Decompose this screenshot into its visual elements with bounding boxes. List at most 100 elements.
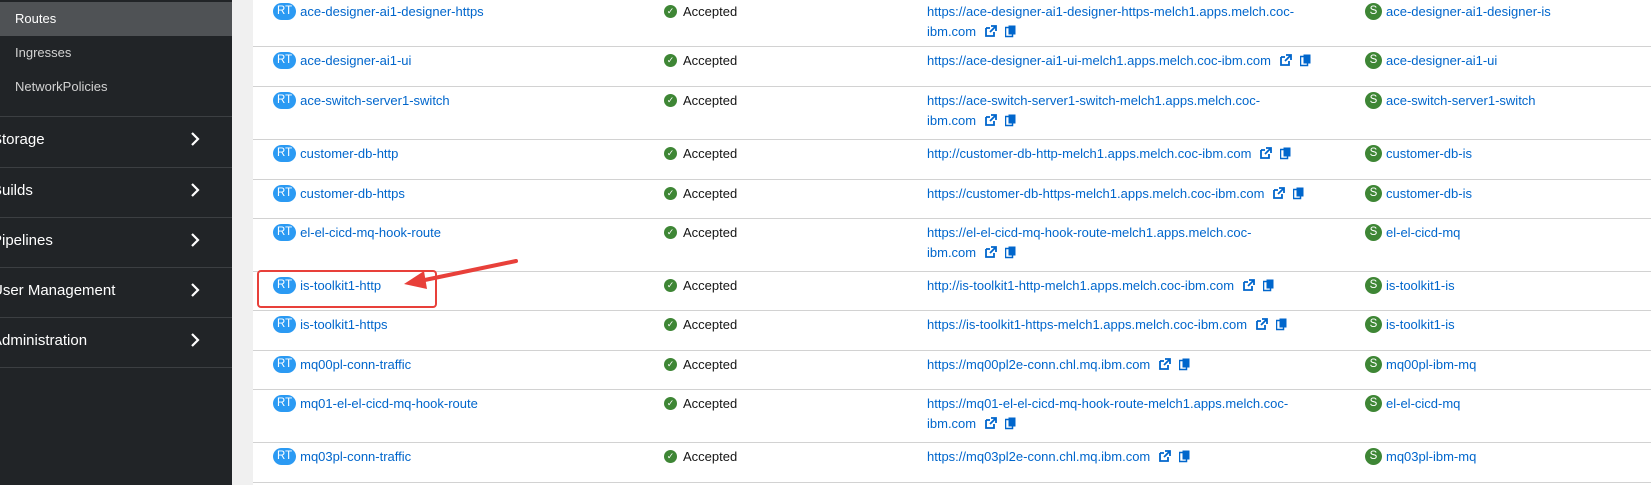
route-name-link[interactable]: el-el-cicd-mq-hook-route [300, 225, 441, 240]
route-service-link[interactable]: customer-db-is [1386, 186, 1472, 201]
check-circle-icon: ✓ [664, 318, 677, 332]
route-name-link[interactable]: mq03pl-conn-traffic [300, 449, 411, 464]
route-status: Accepted [683, 357, 738, 373]
route-name-link[interactable]: mq01-el-el-cicd-mq-hook-route [300, 396, 478, 411]
external-link-icon[interactable] [1255, 318, 1268, 331]
sidebar-item-ingresses[interactable]: Ingresses [0, 36, 232, 70]
external-link-icon[interactable] [984, 114, 998, 127]
chevron-right-icon [191, 132, 200, 146]
chevron-right-icon [191, 183, 200, 197]
route-service-link[interactable]: is-toolkit1-is [1386, 278, 1455, 293]
route-resource-badge: RT [273, 224, 297, 242]
sidebar-section-label: Builds [0, 182, 33, 199]
service-resource-badge: S [1365, 52, 1382, 70]
copy-icon[interactable] [1005, 246, 1017, 259]
route-location-link[interactable]: https://ace-switch-server1-switch-melch1… [927, 93, 1260, 108]
route-location-link[interactable]: https://is-toolkit1-https-melch1.apps.me… [927, 317, 1247, 332]
route-service-link[interactable]: el-el-cicd-mq [1386, 396, 1460, 411]
route-service-link[interactable]: ace-designer-ai1-ui [1386, 53, 1497, 68]
route-location-link[interactable]: http://is-toolkit1-http-melch1.apps.melc… [927, 278, 1234, 293]
route-service-cell: Smq00pl-ibm-mq [1365, 354, 1476, 374]
route-status: Accepted [683, 317, 738, 333]
route-service-link[interactable]: ace-switch-server1-switch [1386, 93, 1536, 108]
route-location-link-cont[interactable]: ibm.com [927, 24, 976, 39]
route-location-link[interactable]: https://mq01-el-el-cicd-mq-hook-route-me… [927, 396, 1288, 411]
route-location-link-cont[interactable]: ibm.com [927, 245, 976, 260]
route-name-link[interactable]: customer-db-https [300, 186, 405, 201]
sidebar-section-pipelines[interactable]: Pipelines [0, 218, 232, 268]
sidebar-item-label: NetworkPolicies [15, 79, 108, 94]
route-location-link[interactable]: https://ace-designer-ai1-ui-melch1.apps.… [927, 53, 1271, 68]
sidebar-item-routes[interactable]: Routes [0, 2, 232, 36]
service-resource-badge: S [1365, 3, 1382, 21]
route-status-cell: ✓ Accepted [664, 50, 737, 70]
sidebar-item-label: Ingresses [15, 45, 72, 60]
copy-icon[interactable] [1005, 25, 1017, 38]
route-service-link[interactable]: el-el-cicd-mq [1386, 225, 1460, 240]
external-link-icon[interactable] [1242, 279, 1255, 292]
sidebar-section-label: User Management [0, 282, 116, 299]
page-gutter [232, 0, 253, 485]
copy-icon[interactable] [1179, 358, 1191, 371]
copy-icon[interactable] [1263, 279, 1275, 292]
external-link-icon[interactable] [1272, 187, 1286, 200]
copy-icon[interactable] [1005, 417, 1017, 430]
external-link-icon[interactable] [984, 25, 998, 38]
route-name-link[interactable]: ace-designer-ai1-ui [300, 53, 411, 68]
route-service-cell: Sis-toolkit1-is [1365, 314, 1455, 334]
chevron-right-icon [191, 283, 200, 297]
sidebar-section-builds[interactable]: Builds [0, 168, 232, 218]
copy-icon[interactable] [1179, 450, 1191, 463]
route-location-link-cont[interactable]: ibm.com [927, 416, 976, 431]
sidebar-section-administration[interactable]: Administration [0, 318, 232, 368]
table-row: RT mq00pl-conn-traffic ✓ Accepted https://mq… [253, 351, 1651, 390]
service-resource-badge: S [1365, 185, 1382, 203]
route-service-link[interactable]: is-toolkit1-is [1386, 317, 1455, 332]
sidebar-section-label: Administration [0, 332, 88, 349]
route-location-link[interactable]: http://customer-db-http-melch1.apps.melc… [927, 146, 1251, 161]
route-service-link[interactable]: customer-db-is [1386, 146, 1472, 161]
route-location-link-cont[interactable]: ibm.com [927, 113, 976, 128]
external-link-icon[interactable] [1158, 450, 1172, 463]
service-resource-badge: S [1365, 92, 1382, 110]
route-name-link[interactable]: ace-designer-ai1-designer-https [300, 4, 484, 19]
route-name-link[interactable]: ace-switch-server1-switch [300, 93, 450, 108]
external-link-icon[interactable] [1158, 358, 1172, 371]
route-service-link[interactable]: mq03pl-ibm-mq [1386, 449, 1476, 464]
route-location-link[interactable]: https://mq00pl2e-conn.chl.mq.ibm.com [927, 357, 1150, 372]
external-link-icon[interactable] [984, 246, 998, 259]
copy-icon[interactable] [1293, 187, 1305, 200]
external-link-icon[interactable] [1279, 54, 1292, 67]
check-circle-icon: ✓ [664, 397, 677, 411]
route-status-cell: ✓ Accepted [664, 90, 737, 110]
copy-icon[interactable] [1299, 54, 1312, 67]
sidebar-item-networkpolicies[interactable]: NetworkPolicies [0, 70, 232, 104]
route-name-link[interactable]: mq00pl-conn-traffic [300, 357, 411, 372]
copy-icon[interactable] [1005, 114, 1017, 127]
route-name-cell: RT is-toolkit1-https [273, 314, 388, 334]
route-resource-badge: RT [273, 356, 297, 374]
route-name-link[interactable]: customer-db-http [300, 146, 398, 161]
route-status-cell: ✓ Accepted [664, 314, 737, 334]
table-row: RT el-el-cicd-mq-hook-route ✓ Accepted https… [253, 219, 1651, 272]
route-service-cell: Sel-el-cicd-mq [1365, 393, 1460, 413]
route-resource-badge: RT [273, 3, 297, 21]
copy-icon[interactable] [1280, 147, 1292, 160]
sidebar-section-storage[interactable]: Storage [0, 117, 232, 167]
sidebar-section-user-management[interactable]: User Management [0, 268, 232, 318]
table-row: RT ace-designer-ai1-designer-https ✓ Accept… [253, 0, 1651, 47]
route-location-link[interactable]: https://mq03pl2e-conn.chl.mq.ibm.com [927, 449, 1150, 464]
external-link-icon[interactable] [1259, 147, 1273, 160]
route-location-link[interactable]: https://ace-designer-ai1-designer-https-… [927, 4, 1294, 19]
route-location-link[interactable]: https://customer-db-https-melch1.apps.me… [927, 186, 1264, 201]
route-service-link[interactable]: mq00pl-ibm-mq [1386, 357, 1476, 372]
route-name-cell: RT ace-switch-server1-switch [273, 90, 450, 110]
route-location-cell: https://ace-designer-ai1-designer-https-… [927, 1, 1297, 41]
copy-icon[interactable] [1276, 318, 1288, 331]
external-link-icon[interactable] [984, 417, 998, 430]
route-location-link[interactable]: https://el-el-cicd-mq-hook-route-melch1.… [927, 225, 1251, 240]
route-service-link[interactable]: ace-designer-ai1-designer-is [1386, 4, 1551, 19]
service-resource-badge: S [1365, 224, 1382, 242]
route-name-link[interactable]: is-toolkit1-https [300, 317, 387, 332]
service-resource-badge: S [1365, 448, 1382, 466]
